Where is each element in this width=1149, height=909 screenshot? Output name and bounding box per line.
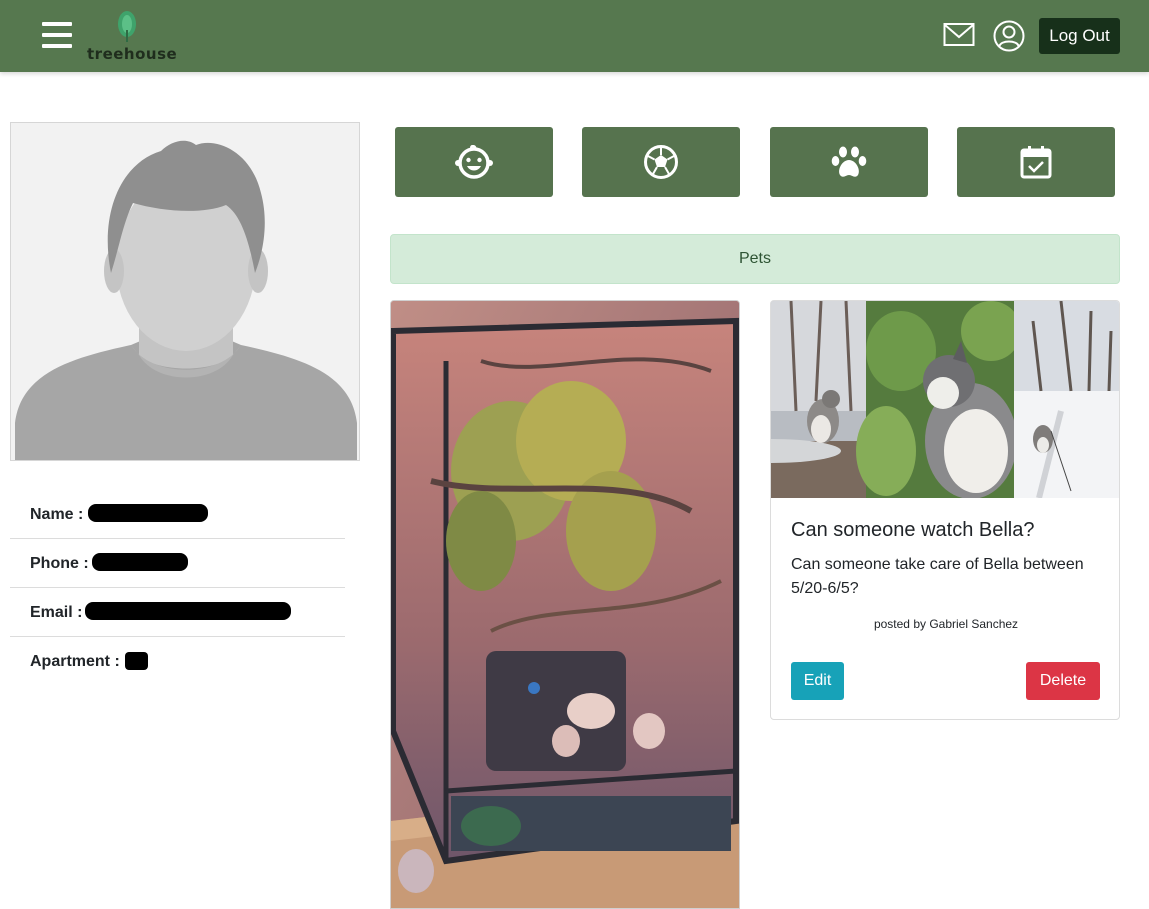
- post-title: Can someone watch Bella?: [791, 519, 1035, 541]
- profile-field-email: Email :: [10, 588, 345, 637]
- baby-face-icon: [455, 145, 493, 179]
- category-children-button[interactable]: [395, 127, 553, 197]
- profile-avatar: [10, 122, 360, 461]
- edit-button[interactable]: Edit: [791, 662, 844, 700]
- post-image-collage: [771, 301, 1119, 498]
- profile-field-name: Name :: [10, 490, 345, 539]
- user-circle-icon[interactable]: [993, 20, 1025, 52]
- post-body: Can someone take care of Bella between 5…: [791, 556, 1084, 597]
- field-label: Email :: [30, 604, 83, 621]
- field-label: Apartment :: [30, 653, 120, 670]
- post-card: Can someone watch Bella? Can someone tak…: [770, 300, 1120, 720]
- calendar-check-icon: [1020, 146, 1052, 179]
- hamburger-menu-icon[interactable]: [42, 22, 72, 50]
- top-navbar: treehouse Log Out: [0, 0, 1149, 72]
- logout-button[interactable]: Log Out: [1039, 18, 1120, 54]
- paw-icon: [831, 146, 867, 177]
- profile-field-phone: Phone :: [10, 539, 345, 588]
- post-author: posted by Gabriel Sanchez: [771, 617, 1119, 631]
- redacted-value: [85, 602, 291, 620]
- pet-photo-card[interactable]: [390, 300, 740, 909]
- profile-field-apartment: Apartment :: [10, 637, 345, 686]
- terrarium-photo: [391, 301, 739, 908]
- category-pets-button[interactable]: [770, 127, 928, 197]
- redacted-value: [125, 652, 148, 670]
- field-label: Phone :: [30, 555, 89, 572]
- logo-text: treehouse: [87, 45, 178, 63]
- section-title: Pets: [390, 234, 1120, 284]
- post-author-text: posted by Gabriel Sanchez: [873, 617, 1019, 631]
- envelope-icon[interactable]: [943, 22, 975, 48]
- redacted-value: [88, 504, 208, 522]
- delete-button[interactable]: Delete: [1026, 662, 1100, 700]
- field-label: Name :: [30, 506, 84, 523]
- default-person-silhouette: [11, 123, 359, 460]
- category-sports-button[interactable]: [582, 127, 740, 197]
- category-events-button[interactable]: [957, 127, 1115, 197]
- redacted-value: [92, 553, 188, 571]
- profile-info-list: Name : Phone : Email : Apartment :: [10, 490, 345, 686]
- soccer-ball-icon: [644, 145, 678, 179]
